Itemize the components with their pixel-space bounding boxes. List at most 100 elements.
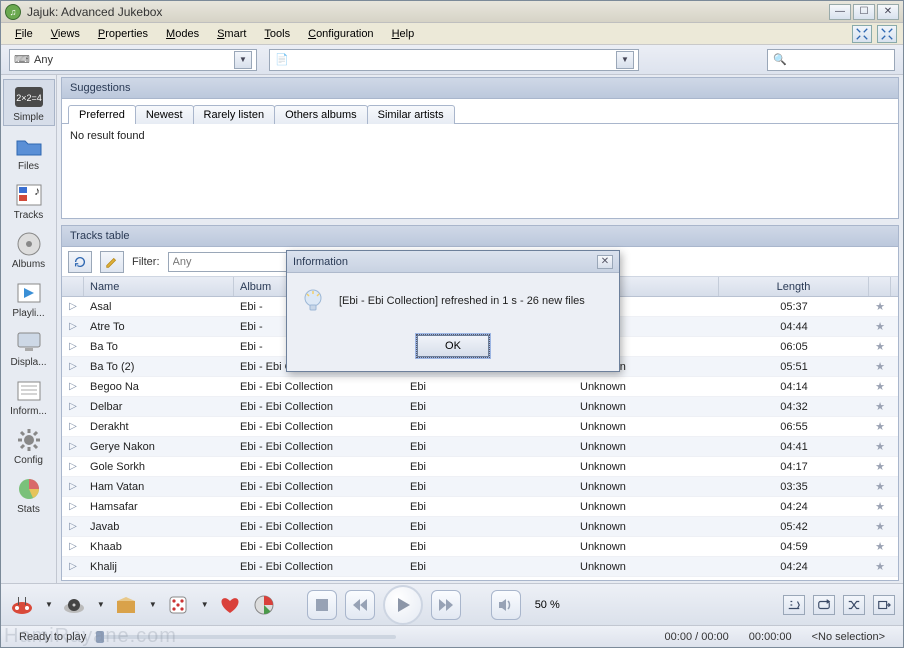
karaoke-mode-button[interactable]	[783, 595, 805, 615]
search-input[interactable]	[792, 54, 882, 66]
chevron-down-icon[interactable]: ▼	[149, 600, 157, 609]
menu-configuration[interactable]: Configuration	[300, 26, 381, 42]
ambience-combo[interactable]: ⌨ Any ▼	[9, 49, 257, 71]
finish-album-button[interactable]	[251, 592, 277, 618]
menu-help[interactable]: Help	[384, 26, 423, 42]
volume-control[interactable]: 50 %	[529, 599, 560, 611]
table-row[interactable]: ▷DelbarEbi - Ebi CollectionEbiUnknown04:…	[62, 397, 898, 417]
no-result-label: No result found	[70, 130, 145, 142]
edit-button[interactable]	[100, 251, 124, 273]
refresh-button[interactable]	[68, 251, 92, 273]
maximize-button[interactable]: ☐	[853, 4, 875, 20]
chevron-down-icon[interactable]: ▼	[616, 51, 634, 69]
history-combo[interactable]: 📄 ▼	[269, 49, 639, 71]
menu-smart[interactable]: Smart	[209, 26, 254, 42]
tab-rarely-listen[interactable]: Rarely listen	[193, 105, 276, 124]
close-button[interactable]: ✕	[877, 4, 899, 20]
menu-views[interactable]: Views	[43, 26, 88, 42]
sidebar-item-display[interactable]: Displa...	[3, 324, 55, 371]
table-row[interactable]: ▷Ham VatanEbi - Ebi CollectionEbiUnknown…	[62, 477, 898, 497]
play-button[interactable]	[383, 585, 423, 625]
radio-button[interactable]	[9, 592, 35, 618]
sidebar-item-tracks[interactable]: ♪ Tracks	[3, 177, 55, 224]
sidebar-item-config[interactable]: Config	[3, 422, 55, 469]
progress-slider[interactable]	[96, 632, 654, 642]
novelties-button[interactable]	[113, 592, 139, 618]
previous-button[interactable]	[345, 590, 375, 620]
cell-length: 04:59	[719, 541, 869, 553]
star-icon[interactable]: ★	[875, 481, 885, 493]
menu-modes[interactable]: Modes	[158, 26, 207, 42]
search-box[interactable]: 🔍	[767, 49, 895, 71]
tab-others-albums[interactable]: Others albums	[274, 105, 368, 124]
chevron-down-icon[interactable]: ▼	[201, 600, 209, 609]
table-row[interactable]: ▷Gole SorkhEbi - Ebi CollectionEbiUnknow…	[62, 457, 898, 477]
ok-button[interactable]: OK	[417, 335, 489, 357]
table-row[interactable]: ▷KhaabEbi - Ebi CollectionEbiUnknown04:5…	[62, 537, 898, 557]
table-row[interactable]: ▷DerakhtEbi - Ebi CollectionEbiUnknown06…	[62, 417, 898, 437]
chevron-down-icon[interactable]: ▼	[45, 600, 53, 609]
mute-button[interactable]	[491, 590, 521, 620]
cell-genre: Unknown	[574, 501, 719, 513]
information-dialog: Information ✕ [Ebi - Ebi Collection] ref…	[286, 250, 620, 372]
cell-name: Khaab	[84, 541, 234, 553]
next-button[interactable]	[431, 590, 461, 620]
chevron-down-icon[interactable]: ▼	[97, 600, 105, 609]
table-row[interactable]: ▷Gerye NakonEbi - Ebi CollectionEbiUnkno…	[62, 437, 898, 457]
dj-button[interactable]	[61, 592, 87, 618]
favorite-button[interactable]	[217, 592, 243, 618]
tab-newest[interactable]: Newest	[135, 105, 194, 124]
minimize-button[interactable]: —	[829, 4, 851, 20]
star-icon[interactable]: ★	[875, 421, 885, 433]
star-icon[interactable]: ★	[875, 441, 885, 453]
col-length[interactable]: Length	[719, 277, 869, 296]
table-row[interactable]: ▷JavabEbi - Ebi CollectionEbiUnknown05:4…	[62, 517, 898, 537]
play-icon: ▷	[69, 441, 77, 452]
play-icon: ▷	[69, 561, 77, 572]
star-icon[interactable]: ★	[875, 401, 885, 413]
cell-album: Ebi - Ebi Collection	[234, 401, 404, 413]
tab-similar-artists[interactable]: Similar artists	[367, 105, 455, 124]
star-icon[interactable]: ★	[875, 301, 885, 313]
menu-file[interactable]: File	[7, 26, 41, 42]
star-icon[interactable]: ★	[875, 461, 885, 473]
col-rating[interactable]	[869, 277, 891, 296]
table-row[interactable]: ▷Begoo NaEbi - Ebi CollectionEbiUnknown0…	[62, 377, 898, 397]
collapse-panels-button[interactable]	[852, 25, 872, 43]
cell-length: 06:55	[719, 421, 869, 433]
sidebar-item-playlists[interactable]: Playli...	[3, 275, 55, 322]
shuffle-button[interactable]	[165, 592, 191, 618]
star-icon[interactable]: ★	[875, 381, 885, 393]
star-icon[interactable]: ★	[875, 541, 885, 553]
shuffle-mode-button[interactable]	[843, 595, 865, 615]
cell-artist: Ebi	[404, 481, 574, 493]
tab-preferred[interactable]: Preferred	[68, 105, 136, 124]
cell-length: 04:41	[719, 441, 869, 453]
col-play[interactable]	[62, 277, 84, 296]
star-icon[interactable]: ★	[875, 501, 885, 513]
cell-genre: Unknown	[574, 421, 719, 433]
cell-artist: Ebi	[404, 401, 574, 413]
sidebar-item-stats[interactable]: Stats	[3, 471, 55, 518]
sidebar-item-albums[interactable]: Albums	[3, 226, 55, 273]
chevron-down-icon[interactable]: ▼	[234, 51, 252, 69]
star-icon[interactable]: ★	[875, 361, 885, 373]
dialog-close-button[interactable]: ✕	[597, 255, 613, 269]
sidebar-item-files[interactable]: Files	[3, 128, 55, 175]
col-name[interactable]: Name	[84, 277, 234, 296]
menubar: File Views Properties Modes Smart Tools …	[1, 23, 903, 45]
continue-mode-button[interactable]	[873, 595, 895, 615]
table-row[interactable]: ▷KhalijEbi - Ebi CollectionEbiUnknown04:…	[62, 557, 898, 577]
stop-button[interactable]	[307, 590, 337, 620]
star-icon[interactable]: ★	[875, 321, 885, 333]
sidebar-item-simple[interactable]: 2×2=4 Simple	[3, 79, 55, 126]
expand-panels-button[interactable]	[877, 25, 897, 43]
sidebar-item-information[interactable]: Inform...	[3, 373, 55, 420]
menu-properties[interactable]: Properties	[90, 26, 156, 42]
repeat-mode-button[interactable]	[813, 595, 835, 615]
menu-tools[interactable]: Tools	[256, 26, 298, 42]
star-icon[interactable]: ★	[875, 521, 885, 533]
table-row[interactable]: ▷HamsafarEbi - Ebi CollectionEbiUnknown0…	[62, 497, 898, 517]
star-icon[interactable]: ★	[875, 341, 885, 353]
star-icon[interactable]: ★	[875, 561, 885, 573]
